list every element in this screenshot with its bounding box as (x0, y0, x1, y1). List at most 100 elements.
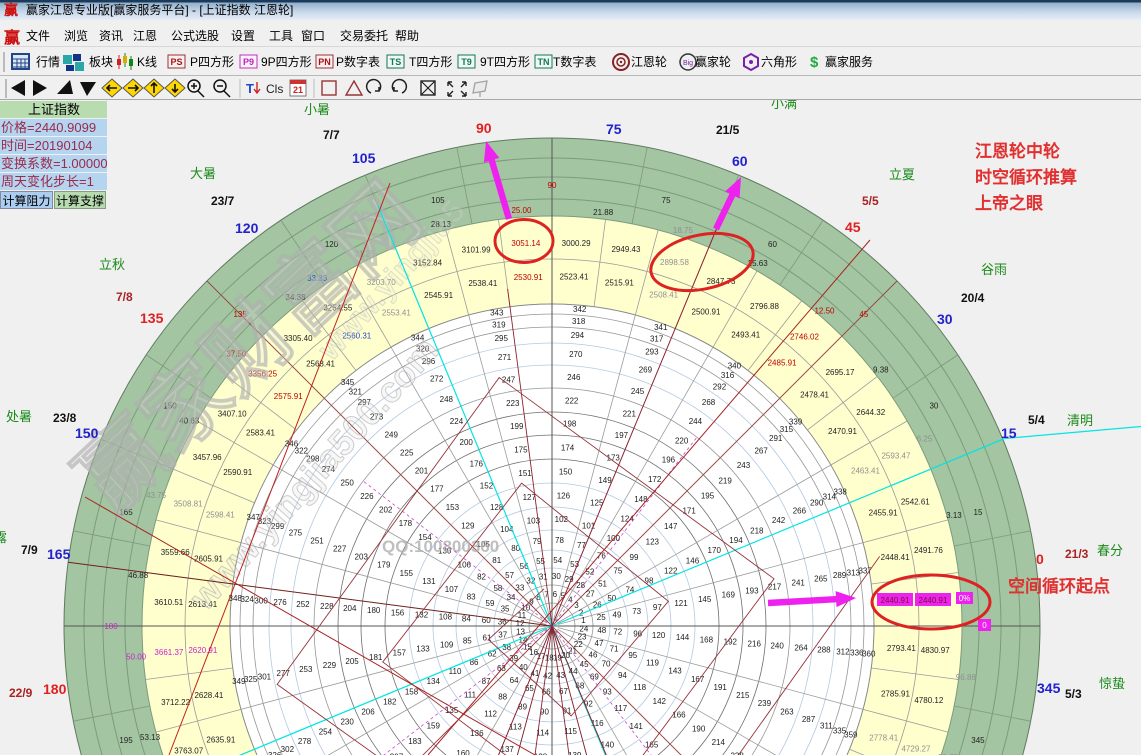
svg-text:120: 120 (652, 631, 666, 640)
svg-text:220: 220 (675, 437, 689, 446)
svg-text:51: 51 (598, 579, 607, 588)
svg-text:312: 312 (836, 647, 850, 656)
svg-text:33: 33 (515, 584, 524, 593)
svg-text:72: 72 (613, 628, 622, 637)
svg-text:229: 229 (323, 661, 337, 670)
svg-text:119: 119 (646, 658, 659, 667)
svg-text:291: 291 (769, 434, 783, 443)
svg-text:294: 294 (571, 331, 585, 340)
svg-text:196: 196 (662, 456, 676, 465)
svg-text:271: 271 (498, 353, 512, 362)
svg-text:2545.91: 2545.91 (424, 291, 453, 300)
svg-text:2463.41: 2463.41 (851, 466, 880, 475)
svg-text:165: 165 (645, 741, 659, 750)
svg-text:143: 143 (668, 667, 682, 676)
svg-text:179: 179 (377, 561, 391, 570)
svg-text:170: 170 (708, 546, 722, 555)
svg-text:2785.91: 2785.91 (881, 689, 910, 698)
svg-text:3.13: 3.13 (946, 511, 962, 520)
svg-text:218: 218 (750, 526, 764, 535)
svg-text:$: $ (810, 54, 819, 71)
svg-text:250: 250 (341, 478, 355, 487)
svg-text:59: 59 (486, 599, 495, 608)
svg-text:73: 73 (632, 607, 641, 616)
svg-text:202: 202 (379, 505, 393, 514)
svg-text:227: 227 (333, 545, 347, 554)
svg-text:180: 180 (104, 622, 118, 631)
svg-text:4780.12: 4780.12 (914, 696, 943, 705)
svg-text:275: 275 (289, 528, 303, 537)
svg-text:343: 343 (490, 309, 504, 318)
svg-text:15: 15 (974, 508, 983, 517)
svg-text:134: 134 (427, 677, 441, 686)
svg-text:2515.91: 2515.91 (605, 279, 634, 288)
svg-text:215: 215 (736, 691, 750, 700)
svg-text:199: 199 (510, 422, 524, 431)
svg-text:112: 112 (484, 709, 497, 718)
svg-text:57: 57 (505, 571, 514, 580)
svg-text:142: 142 (653, 697, 667, 706)
svg-text:处暑: 处暑 (6, 409, 32, 424)
svg-text:大暑: 大暑 (190, 166, 216, 181)
svg-text:109: 109 (440, 640, 454, 649)
svg-text:清明: 清明 (1067, 413, 1093, 428)
svg-text:219: 219 (718, 477, 732, 486)
svg-text:204: 204 (343, 604, 357, 613)
svg-text:2523.41: 2523.41 (560, 273, 589, 282)
svg-text:342: 342 (573, 305, 587, 314)
svg-text:141: 141 (630, 722, 644, 731)
svg-text:200: 200 (460, 438, 474, 447)
svg-text:35: 35 (501, 605, 510, 614)
svg-text:48: 48 (597, 626, 606, 635)
svg-text:2440.91: 2440.91 (919, 596, 948, 605)
svg-text:2593.47: 2593.47 (881, 451, 910, 460)
svg-text:2530.91: 2530.91 (514, 273, 543, 282)
svg-text:2493.41: 2493.41 (731, 330, 760, 339)
svg-text:23/7: 23/7 (211, 194, 235, 208)
svg-text:264: 264 (794, 644, 808, 653)
svg-text:2542.61: 2542.61 (901, 498, 930, 507)
svg-text:99: 99 (630, 553, 639, 562)
svg-text:315: 315 (780, 425, 794, 434)
svg-text:190: 190 (692, 724, 706, 733)
svg-text:318: 318 (572, 317, 586, 326)
svg-text:302: 302 (281, 745, 295, 754)
svg-text:46: 46 (589, 650, 598, 659)
svg-text:时空循环推算: 时空循环推算 (975, 167, 1077, 187)
svg-text:118: 118 (633, 683, 646, 692)
svg-text:Big: Big (683, 60, 693, 67)
svg-text:123: 123 (646, 538, 660, 547)
svg-text:238: 238 (730, 751, 744, 755)
svg-text:7/9: 7/9 (21, 543, 38, 557)
svg-text:345: 345 (341, 378, 355, 387)
svg-text:70: 70 (602, 660, 611, 669)
svg-text:TS: TS (390, 57, 402, 67)
svg-text:95: 95 (628, 651, 637, 660)
svg-text:349: 349 (232, 677, 246, 686)
svg-text:21/3: 21/3 (1065, 547, 1089, 561)
svg-text:316: 316 (721, 371, 735, 380)
svg-text:立夏: 立夏 (889, 167, 915, 182)
svg-text:9.38: 9.38 (873, 366, 889, 375)
svg-text:3101.99: 3101.99 (462, 246, 491, 255)
svg-text:178: 178 (399, 519, 413, 528)
svg-text:3: 3 (574, 601, 579, 610)
svg-text:230: 230 (340, 717, 354, 726)
svg-text:2478.41: 2478.41 (800, 391, 829, 400)
svg-text:171: 171 (682, 507, 696, 516)
svg-text:270: 270 (569, 350, 583, 359)
svg-text:198: 198 (563, 420, 577, 429)
svg-text:247: 247 (502, 376, 516, 385)
svg-text:2485.91: 2485.91 (768, 358, 797, 367)
svg-text:168: 168 (700, 635, 714, 644)
svg-text:90: 90 (476, 120, 492, 136)
svg-text:45: 45 (845, 219, 861, 235)
svg-text:180: 180 (43, 681, 67, 697)
svg-text:152: 152 (480, 481, 494, 490)
svg-text:3763.07: 3763.07 (174, 746, 203, 755)
svg-text:23: 23 (578, 633, 587, 642)
svg-text:0: 0 (1036, 551, 1044, 567)
svg-text:江恩轮中轮: 江恩轮中轮 (975, 141, 1060, 161)
svg-text:2508.41: 2508.41 (649, 290, 678, 299)
svg-text:30: 30 (552, 572, 561, 581)
